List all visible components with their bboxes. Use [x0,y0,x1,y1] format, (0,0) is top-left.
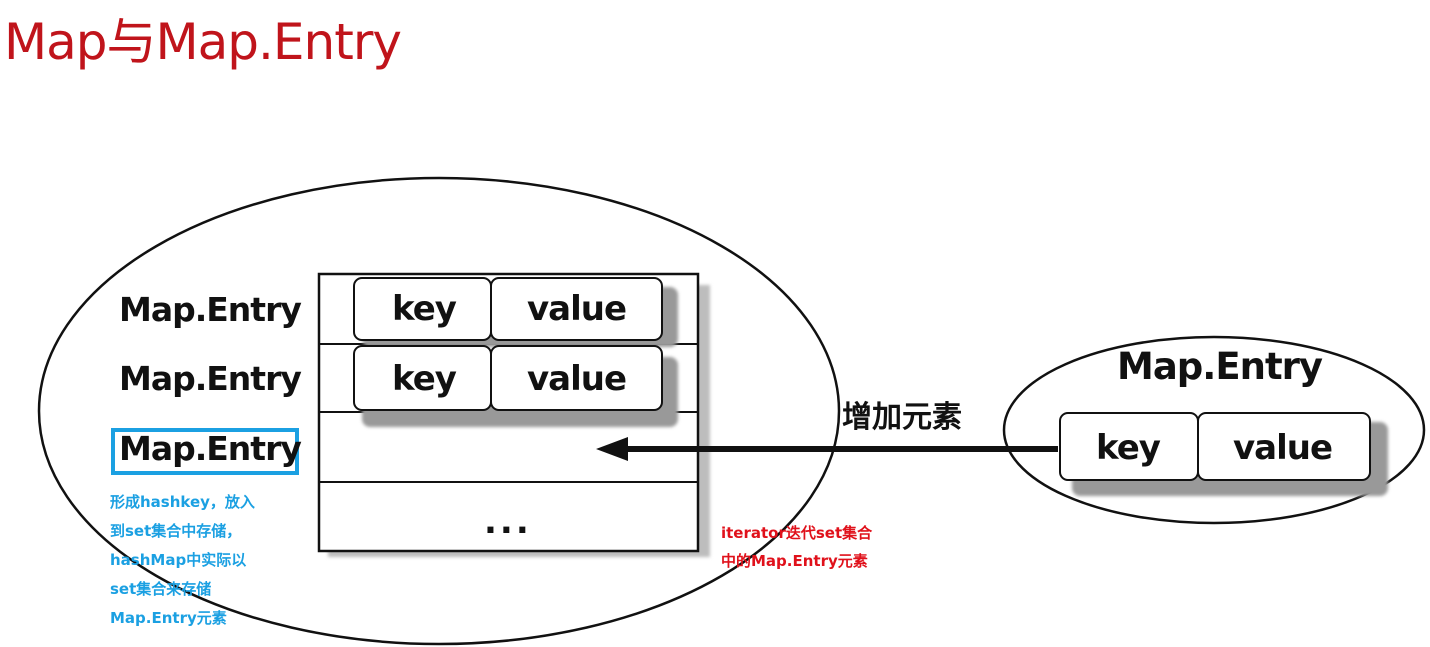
iterator-note: iterator迭代set集合 中的Map.Entry元素 [721,519,872,575]
note-line: Map.Entry元素 [110,609,227,627]
note-line: 形成hashkey，放入 [110,493,255,511]
key-text: key [1096,428,1161,468]
add-element-label: 增加元素 [842,400,962,435]
ellipsis-text: ... [484,502,532,542]
map-entry-label: Map.Entry [119,359,302,398]
new-entry-label: Map.Entry [1117,345,1323,388]
note-line: iterator迭代set集合 [721,524,873,542]
note-line: 中的Map.Entry元素 [721,552,868,570]
hashkey-note: 形成hashkey，放入 到set集合中存储， hashMap中实际以 set集… [110,488,255,633]
key-text: key [392,289,457,329]
note-line: 到set集合中存储， [110,522,242,540]
map-entry-label: Map.Entry [119,290,302,329]
note-line: hashMap中实际以 [110,551,247,569]
note-line: set集合来存储 [110,580,212,598]
value-text: value [527,289,627,329]
map-entry-label-highlighted: Map.Entry [119,429,302,468]
value-text: value [1233,428,1333,468]
key-text: key [392,359,457,399]
value-text: value [527,359,627,399]
